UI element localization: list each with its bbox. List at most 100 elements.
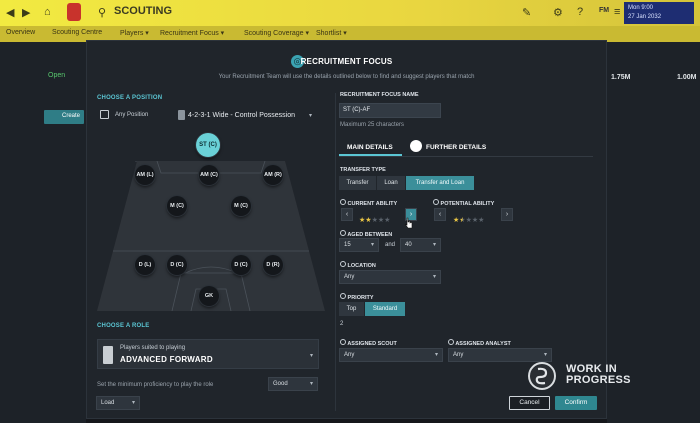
position-am-l[interactable]: AM (L) (135, 165, 155, 185)
position-m-c-left[interactable]: M (C) (167, 196, 187, 216)
role-select[interactable]: Players suited to playing ADVANCED FORWA… (97, 339, 319, 369)
assigned-scout-label: ASSIGNED SCOUT (340, 339, 397, 347)
proficiency-value: Good (273, 381, 288, 387)
bg-value-2: 1.00M (677, 74, 697, 81)
dialog-title: RECRUITMENT FOCUS (300, 57, 393, 66)
current-ability-text: CURRENT ABILITY (347, 201, 398, 207)
home-icon[interactable]: ⌂ (44, 6, 51, 18)
location-select[interactable]: Any ▾ (339, 270, 441, 284)
chevron-down-icon: ▾ (432, 274, 436, 280)
chevron-down-icon: ▾ (434, 352, 438, 358)
chevron-down-icon: ▾ (432, 242, 436, 248)
any-position-label: Any Position (115, 112, 149, 118)
aged-between-label: AGED BETWEEN (340, 230, 392, 238)
star-icon: ★ (478, 217, 485, 224)
position-am-r[interactable]: AM (R) (263, 165, 283, 185)
age-min-select[interactable]: 15 ▾ (339, 238, 379, 252)
tab-scouting-coverage[interactable]: Scouting Coverage ▾ (244, 29, 309, 37)
focus-name-input[interactable]: ST (C)-AF (339, 103, 441, 118)
proficiency-select[interactable]: Good ▾ (268, 377, 318, 391)
load-button[interactable]: Load ▾ (96, 396, 140, 410)
tab-further-details[interactable]: FURTHER DETAILS (426, 144, 486, 151)
formation-select[interactable]: 4-2-3-1 Wide - Control Possession (188, 112, 295, 119)
info-icon (433, 199, 439, 205)
assigned-scout-value: Any (344, 352, 355, 358)
wip-line-2: PROGRESS (566, 374, 631, 386)
position-d-c-left[interactable]: D (C) (167, 255, 187, 275)
fm-menu[interactable]: FM (599, 7, 609, 14)
info-icon (340, 261, 346, 267)
loan-option[interactable]: Loan (377, 176, 405, 190)
back-icon[interactable]: ◀ (6, 6, 14, 19)
priority-top-option[interactable]: Top (339, 302, 364, 316)
potential-ability-increase[interactable]: › (501, 208, 513, 221)
position-d-l[interactable]: D (L) (135, 255, 155, 275)
bg-value-1: 1.75M (611, 74, 631, 81)
edit-icon[interactable]: ✎ (522, 6, 531, 19)
current-ability-stars: ★★★★★ (359, 209, 390, 227)
dialog-subtitle: Your Recruitment Team will use the detai… (218, 74, 475, 80)
assigned-analyst-text: ASSIGNED ANALYST (455, 341, 511, 347)
assigned-scout-select[interactable]: Any ▾ (339, 348, 443, 362)
wip-logo-graphic (535, 367, 548, 385)
transfer-and-loan-option[interactable]: Transfer and Loan (406, 176, 474, 190)
wip-text: WORK IN PROGRESS (566, 364, 631, 386)
role-name: ADVANCED FORWARD (120, 355, 213, 364)
cancel-button[interactable]: Cancel (509, 396, 550, 410)
potential-ability-decrease[interactable]: ‹ (434, 208, 446, 221)
position-st-c[interactable]: ST (C) (196, 133, 220, 157)
confirm-button[interactable]: Confirm (555, 396, 597, 410)
priority-standard-option[interactable]: Standard (365, 302, 405, 316)
date-full: 27 Jan 2032 (628, 14, 662, 20)
location-label: LOCATION (340, 261, 376, 269)
create-button[interactable]: Create (62, 113, 80, 119)
page-title: SCOUTING (114, 5, 173, 17)
role-position-icon (103, 346, 113, 364)
assigned-analyst-value: Any (453, 352, 464, 358)
top-bar: ◀ ▶ ⌂ ⚲ SCOUTING ✎ ⚙ ? FM ≡ Mon 9:00 27 … (0, 0, 700, 26)
tab-players[interactable]: Players ▾ (120, 29, 149, 37)
focus-name-label: RECRUITMENT FOCUS NAME (340, 92, 419, 98)
search-icon[interactable]: ⚲ (98, 6, 106, 19)
chevron-down-icon: ▾ (309, 381, 313, 387)
info-icon (340, 293, 346, 299)
role-caption: Players suited to playing (120, 345, 186, 351)
choose-position-heading: CHOOSE A POSITION (97, 95, 163, 101)
tab-shortlist[interactable]: Shortlist ▾ (316, 29, 347, 37)
current-ability-decrease[interactable]: ‹ (341, 208, 353, 221)
help-icon[interactable]: ? (577, 6, 583, 18)
tab-overview[interactable]: Overview (6, 29, 35, 36)
position-d-c-right[interactable]: D (C) (231, 255, 251, 275)
chevron-down-icon: ▾ (131, 400, 135, 406)
position-m-c-right[interactable]: M (C) (231, 196, 251, 216)
menu-icon[interactable]: ≡ (614, 6, 620, 18)
date-box[interactable]: Mon 9:00 27 Jan 2032 (624, 2, 694, 24)
further-details-toggle[interactable] (410, 140, 422, 152)
chevron-down-icon: ▾ (370, 242, 374, 248)
tab-main-details[interactable]: MAIN DETAILS (347, 144, 393, 151)
chevron-down-icon[interactable]: ▾ (310, 352, 313, 359)
priority-label: PRIORITY (340, 293, 374, 301)
transfer-type-label: TRANSFER TYPE (340, 167, 386, 173)
tab-scouting-centre[interactable]: Scouting Centre (52, 29, 102, 36)
forward-icon[interactable]: ▶ (22, 6, 30, 19)
transfer-option[interactable]: Transfer (339, 176, 376, 190)
assigned-analyst-label: ASSIGNED ANALYST (448, 339, 511, 347)
info-icon (340, 230, 346, 236)
tab-recruitment-focus[interactable]: Recruitment Focus ▾ (160, 29, 224, 37)
settings-icon[interactable]: ⚙ (553, 6, 563, 19)
position-am-c[interactable]: AM (C) (199, 165, 219, 185)
position-d-r[interactable]: D (R) (263, 255, 283, 275)
club-badge-icon[interactable] (67, 3, 81, 21)
load-label: Load (101, 400, 115, 406)
chevron-down-icon[interactable]: ▾ (309, 112, 312, 119)
proficiency-label: Set the minimum proficiency to play the … (97, 382, 214, 388)
position-gk[interactable]: GK (199, 286, 219, 306)
age-max-select[interactable]: 40 ▾ (400, 238, 441, 252)
any-position-checkbox[interactable] (100, 110, 109, 119)
info-icon (340, 199, 346, 205)
tab-divider (339, 156, 593, 157)
current-ability-label: CURRENT ABILITY (340, 199, 397, 207)
mouse-cursor-icon (404, 217, 413, 229)
priority-value: 2 (340, 321, 344, 327)
